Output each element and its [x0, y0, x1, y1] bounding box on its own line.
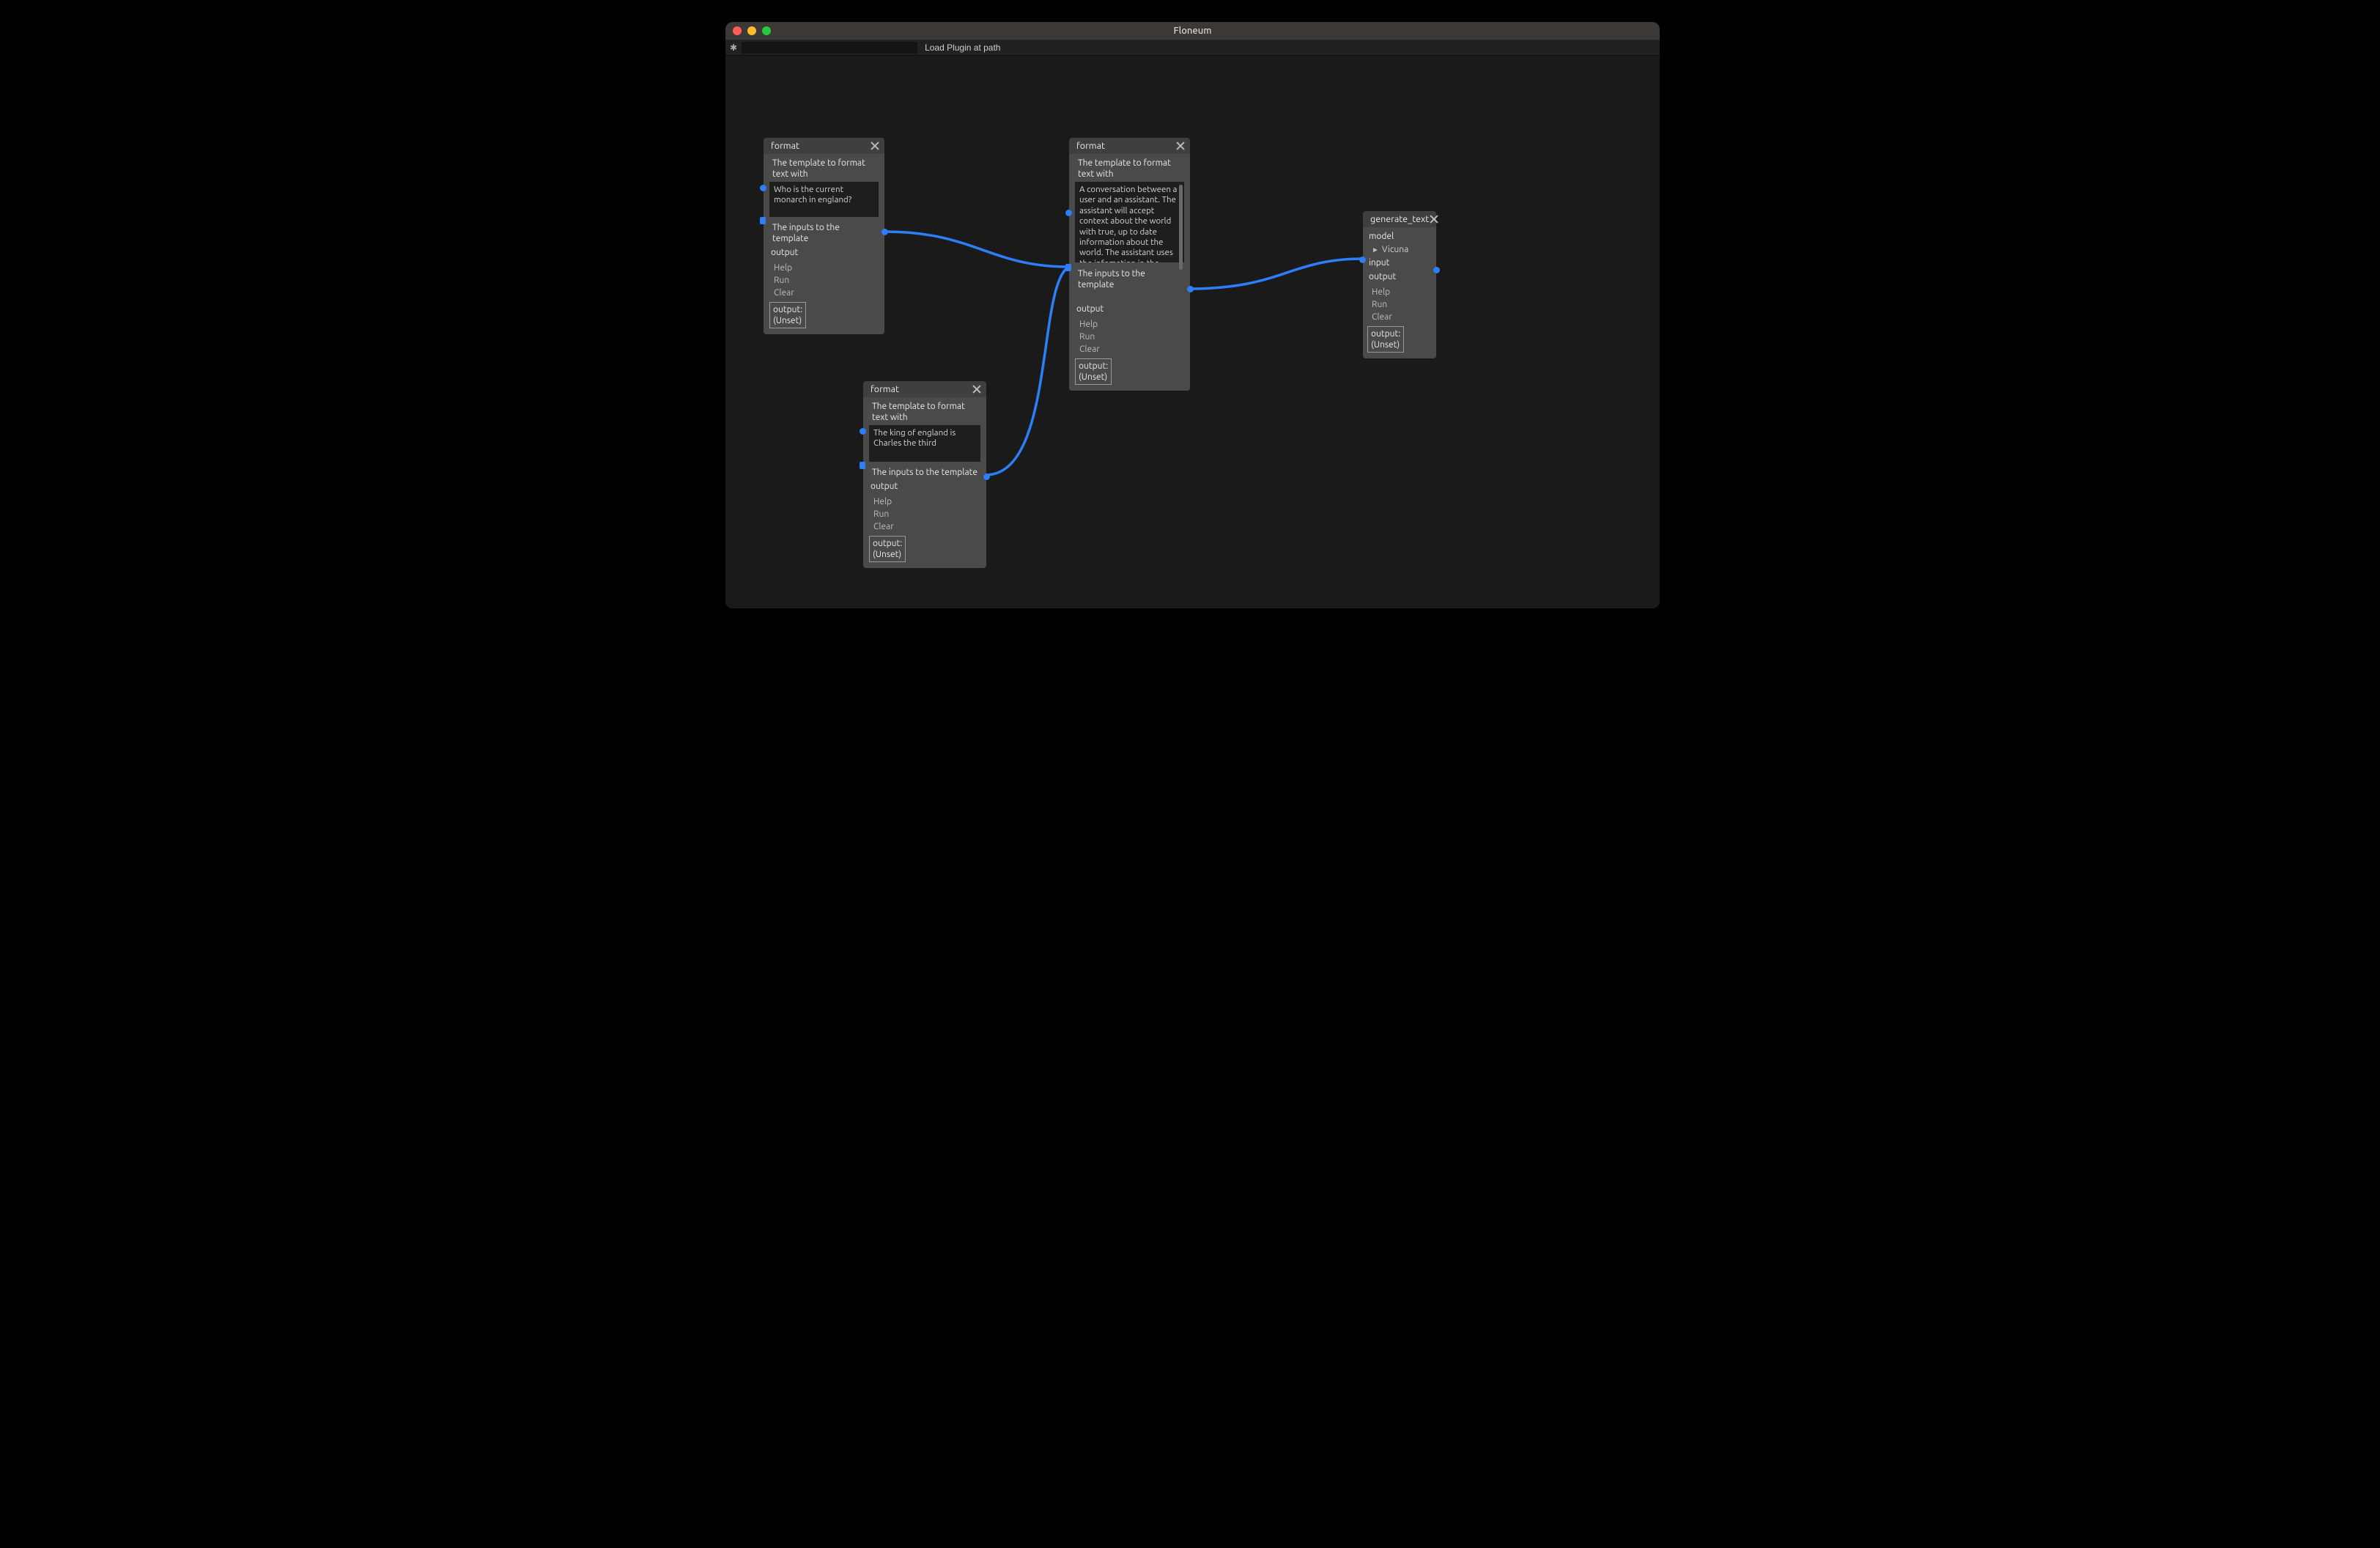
model-dropdown[interactable]: ►Vicuna	[1367, 244, 1432, 255]
node-format-2[interactable]: format The template to format text with …	[1069, 138, 1190, 391]
template-label: The template to format text with	[769, 157, 879, 180]
load-plugin-button[interactable]: Load Plugin at path	[922, 41, 1003, 54]
close-icon[interactable]	[1175, 141, 1186, 151]
titlebar[interactable]: Floneum	[725, 22, 1660, 40]
output-box-value: (Unset)	[873, 549, 902, 560]
plugin-path-input[interactable]	[742, 42, 917, 54]
port-in-template[interactable]	[860, 428, 866, 435]
app-window: Floneum ✱ Load Plugin at path format	[725, 22, 1660, 608]
port-in-inputs[interactable]	[1065, 264, 1071, 271]
node-body: The template to format text with The inp…	[764, 154, 884, 334]
port-out-output[interactable]	[983, 473, 990, 480]
node-body: model ►Vicuna input output Help Run Clea…	[1363, 227, 1436, 358]
toolbar: ✱ Load Plugin at path	[725, 40, 1660, 56]
close-icon[interactable]	[972, 384, 982, 394]
output-box-value: (Unset)	[773, 315, 802, 326]
output-box: output: (Unset)	[869, 536, 906, 562]
node-format-3[interactable]: format The template to format text with …	[863, 381, 986, 568]
port-out-output[interactable]	[882, 229, 888, 235]
node-header[interactable]: format	[863, 381, 986, 397]
template-label: The template to format text with	[869, 400, 980, 424]
output-label: output	[1367, 270, 1432, 283]
clear-button[interactable]: Clear	[1367, 311, 1432, 323]
triangle-right-icon: ►	[1372, 246, 1379, 254]
template-textarea[interactable]	[869, 425, 980, 462]
inputs-label: The inputs to the template	[1075, 268, 1184, 291]
node-title: format	[871, 384, 899, 394]
run-button[interactable]: Run	[1367, 298, 1432, 311]
node-generate-text[interactable]: generate_text model ►Vicuna input output…	[1363, 211, 1436, 358]
port-in-inputs[interactable]	[760, 217, 766, 224]
output-box: output: (Unset)	[1367, 326, 1404, 353]
model-label: model	[1367, 230, 1432, 243]
template-textarea[interactable]	[769, 182, 879, 217]
port-in-template[interactable]	[1065, 210, 1072, 216]
close-icon[interactable]	[870, 141, 880, 151]
output-box: output: (Unset)	[769, 302, 806, 328]
help-button[interactable]: Help	[1367, 286, 1432, 298]
port-out-output[interactable]	[1433, 267, 1440, 273]
close-icon[interactable]	[1429, 214, 1432, 224]
window-title: Floneum	[725, 26, 1660, 36]
template-label: The template to format text with	[1075, 157, 1184, 180]
clear-button[interactable]: Clear	[1075, 343, 1184, 355]
output-box-label: output:	[773, 304, 802, 315]
output-label: output	[1075, 303, 1184, 315]
clear-button[interactable]: Clear	[769, 287, 879, 299]
snowflake-icon[interactable]: ✱	[730, 43, 737, 53]
help-button[interactable]: Help	[1075, 318, 1184, 331]
help-button[interactable]: Help	[869, 495, 980, 508]
node-header[interactable]: format	[764, 138, 884, 154]
node-canvas[interactable]: format The template to format text with …	[725, 56, 1660, 608]
port-out-output[interactable]	[1187, 286, 1194, 292]
node-header[interactable]: format	[1069, 138, 1190, 154]
run-button[interactable]: Run	[869, 508, 980, 520]
port-in-template[interactable]	[760, 185, 766, 191]
input-label: input	[1367, 257, 1432, 269]
output-box: output: (Unset)	[1075, 358, 1112, 385]
scrollbar-icon[interactable]	[1179, 185, 1183, 270]
output-box-label: output:	[873, 538, 902, 549]
template-textarea[interactable]	[1075, 182, 1184, 262]
node-title: format	[1076, 141, 1105, 151]
inputs-label: The inputs to the template	[769, 221, 879, 245]
node-title: format	[771, 141, 799, 151]
run-button[interactable]: Run	[769, 274, 879, 287]
node-title: generate_text	[1370, 214, 1429, 224]
output-box-label: output:	[1079, 361, 1108, 372]
node-body: The template to format text with The inp…	[863, 397, 986, 568]
node-format-1[interactable]: format The template to format text with …	[764, 138, 884, 334]
output-label: output	[869, 480, 980, 493]
port-in-inputs[interactable]	[860, 462, 865, 469]
output-box-label: output:	[1371, 328, 1400, 339]
help-button[interactable]: Help	[769, 262, 879, 274]
model-value: Vicuna	[1382, 245, 1408, 254]
inputs-label: The inputs to the template	[869, 466, 980, 479]
port-in-input[interactable]	[1359, 257, 1366, 263]
clear-button[interactable]: Clear	[869, 520, 980, 533]
output-box-value: (Unset)	[1371, 339, 1400, 350]
node-header[interactable]: generate_text	[1363, 211, 1436, 227]
node-body: The template to format text with The inp…	[1069, 154, 1190, 391]
output-box-value: (Unset)	[1079, 372, 1108, 383]
run-button[interactable]: Run	[1075, 331, 1184, 343]
output-label: output	[769, 246, 879, 259]
